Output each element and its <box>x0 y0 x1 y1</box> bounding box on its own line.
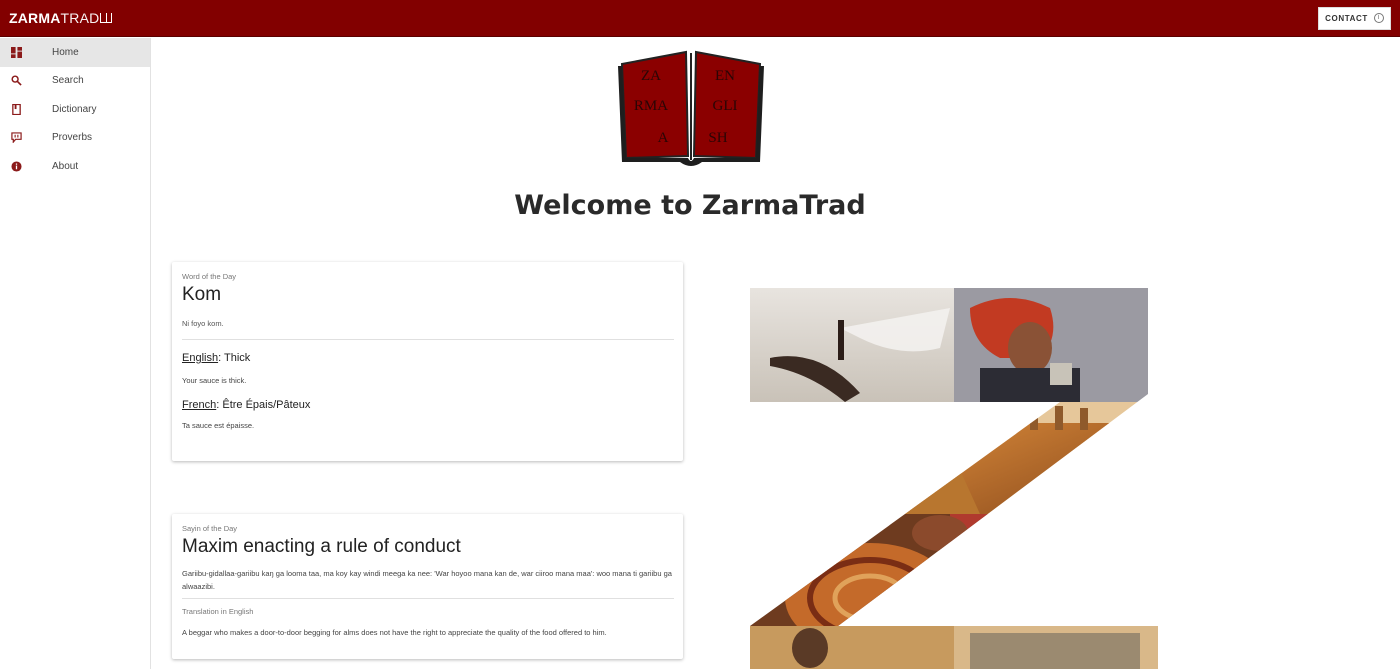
info-icon <box>0 161 52 172</box>
sidebar-item-search[interactable]: Search <box>0 67 150 96</box>
logo-letters-sh: SH <box>708 130 727 146</box>
logo-letters-za: ZA <box>641 68 661 84</box>
zarma-example: Ni foyo kom. <box>182 319 224 328</box>
sidebar-item-label: Home <box>52 46 79 58</box>
sidebar-item-about[interactable]: About <box>0 152 150 181</box>
word-title: Kom <box>182 284 222 305</box>
sidebar-item-home[interactable]: Home <box>0 38 150 67</box>
english-translation: English: Thick <box>182 352 674 364</box>
logo-letters-rma: RMA <box>634 98 668 114</box>
main-content: ZA EN RMA GLI A SH Welcome to ZarmaTrad … <box>152 38 1400 669</box>
info-icon: i <box>1373 13 1384 23</box>
french-example: Ta sauce est épaisse. <box>182 421 255 430</box>
french-label: French <box>182 399 217 411</box>
z-photo-collage <box>750 288 1158 669</box>
sidebar-item-proverbs[interactable]: Proverbs <box>0 124 150 153</box>
sidebar: Home Search Dictionary Proverbs About <box>0 38 151 669</box>
logo-letters-gli: GLI <box>713 98 738 114</box>
saying-of-the-day-card: Sayin of the Day Maxim enacting a rule o… <box>172 514 683 659</box>
french-translation: French: Être Épais/Pâteux <box>182 399 674 411</box>
book-icon <box>0 103 52 115</box>
english-example: Your sauce is thick. <box>182 376 247 385</box>
logo-letters-a: A <box>658 130 669 146</box>
word-of-the-day-card: Word of the Day Kom Ni foyo kom. English… <box>172 262 683 461</box>
card-overline: Sayin of the Day <box>182 524 238 533</box>
sidebar-item-label: Search <box>52 75 84 87</box>
french-value: : Être Épais/Pâteux <box>216 399 311 411</box>
translation-label: Translation in English <box>182 607 254 616</box>
brand-logo[interactable]: ZARMA TRAD <box>9 10 113 26</box>
sidebar-item-label: Dictionary <box>52 103 97 115</box>
page-title: Welcome to ZarmaTrad <box>514 190 866 221</box>
logo-letters-en: EN <box>715 68 735 84</box>
saying-title: Maxim enacting a rule of conduct <box>182 536 461 557</box>
book-icon <box>100 13 113 23</box>
sidebar-item-label: Proverbs <box>52 132 93 144</box>
brand-name-light: TRAD <box>60 10 100 26</box>
app-bar: ZARMA TRAD CONTACT i <box>0 0 1400 37</box>
brand-name-bold: ZARMA <box>9 10 61 26</box>
contact-button-label: CONTACT <box>1325 13 1368 23</box>
comment-icon <box>0 132 52 144</box>
english-label: English <box>182 352 219 364</box>
dashboard-icon <box>0 46 52 58</box>
zarmatrad-book-logo: ZA EN RMA GLI A SH <box>618 50 764 166</box>
divider <box>182 598 674 599</box>
search-icon <box>0 75 52 86</box>
card-overline: Word of the Day <box>182 272 237 281</box>
sidebar-item-dictionary[interactable]: Dictionary <box>0 95 150 124</box>
english-value: : Thick <box>218 352 251 364</box>
translation-text: A beggar who makes a door-to-door beggin… <box>182 628 607 637</box>
divider <box>182 339 674 340</box>
sidebar-item-label: About <box>52 160 79 172</box>
contact-button[interactable]: CONTACT i <box>1318 6 1391 30</box>
proverb-text: Gariibu-gidallaa-gariibu kaŋ ga looma ta… <box>182 569 672 591</box>
